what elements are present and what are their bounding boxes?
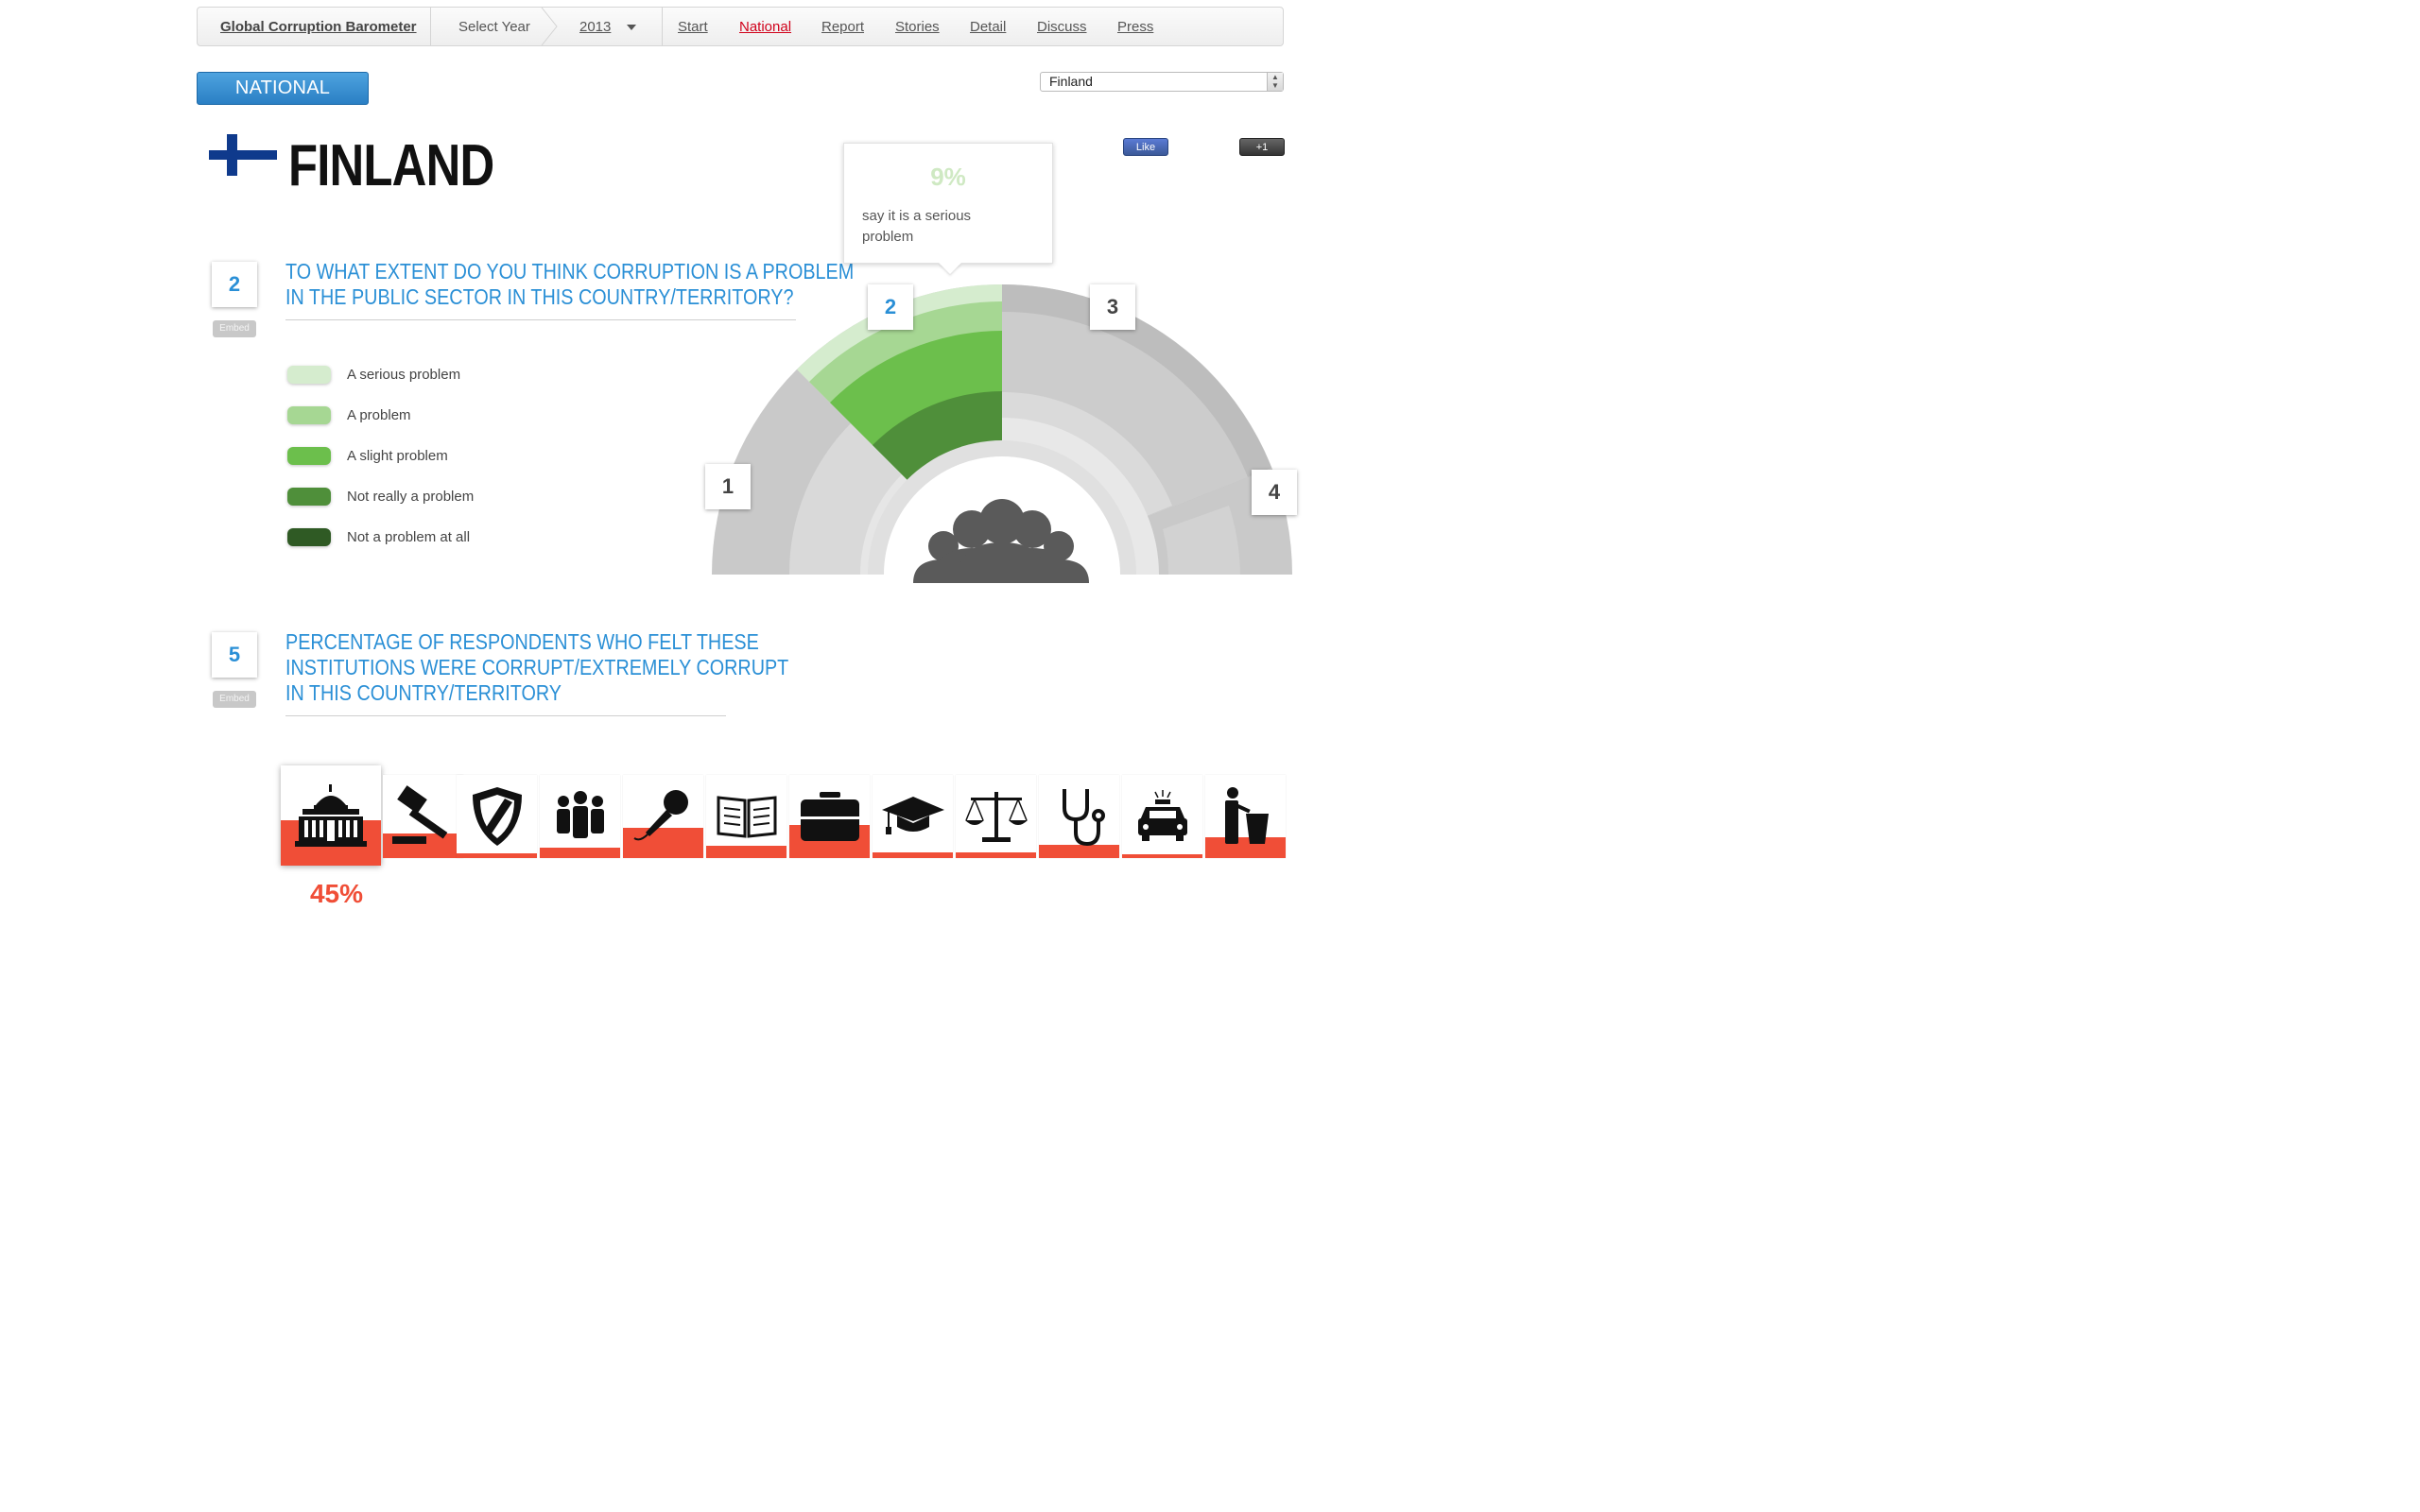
legend-label: Not really a problem <box>347 489 475 505</box>
police-shield-icon <box>472 787 522 846</box>
nav-link-press[interactable]: Press <box>1117 19 1153 35</box>
segment-label-2[interactable]: 2 <box>868 284 913 330</box>
gavel-icon <box>391 785 447 844</box>
facebook-like-button[interactable]: Like <box>1123 138 1168 156</box>
institutions-row <box>281 765 1292 869</box>
embed-button[interactable]: Embed <box>213 691 256 708</box>
national-results-button[interactable]: NATIONAL RESULTS <box>197 72 369 129</box>
institution-ngos[interactable] <box>540 775 620 858</box>
institution-parliament[interactable] <box>281 765 381 866</box>
institution-education-system[interactable] <box>873 775 953 858</box>
legend-swatch <box>287 488 331 506</box>
people-group-icon <box>556 791 604 838</box>
nav-link-start[interactable]: Start <box>678 19 708 35</box>
parliament-icon <box>295 784 367 847</box>
nav-link-national[interactable]: National <box>739 19 791 35</box>
institution-medical[interactable] <box>1039 775 1119 858</box>
stethoscope-icon <box>1062 789 1105 847</box>
nav-link-report[interactable]: Report <box>821 19 864 35</box>
nav-link-stories[interactable]: Stories <box>895 19 940 35</box>
nav-divider <box>662 8 663 45</box>
year-dropdown[interactable]: 2013 <box>579 19 611 35</box>
legend-label: Not a problem at all <box>347 529 471 545</box>
legend-label: A slight problem <box>347 448 448 464</box>
select-arrows-icon[interactable]: ▲ ▼ <box>1267 73 1283 91</box>
legend-swatch <box>287 406 331 424</box>
question-title-line: IN THIS COUNTRY/TERRITORY <box>285 680 562 705</box>
chevron-down-icon[interactable] <box>627 25 636 30</box>
question-number-badge: 5 <box>212 632 257 678</box>
breadcrumb-arrow-divider <box>541 8 558 45</box>
finland-flag-icon <box>209 134 277 176</box>
briefcase-icon <box>800 792 859 841</box>
title-underline <box>285 715 726 716</box>
embed-button[interactable]: Embed <box>213 320 256 337</box>
nav-link-detail[interactable]: Detail <box>970 19 1006 35</box>
institution-legal-system[interactable] <box>956 775 1036 858</box>
institution-police[interactable] <box>457 775 537 858</box>
institution-judiciary[interactable] <box>383 775 463 858</box>
legend-label: A problem <box>347 407 411 423</box>
institution-education[interactable] <box>706 775 786 858</box>
legend-swatch <box>287 528 331 546</box>
country-title: FINLAND <box>288 133 494 198</box>
selected-institution-value: 45% <box>309 879 364 908</box>
tooltip-value: 9% <box>930 163 966 191</box>
institution-media[interactable] <box>623 775 703 858</box>
tooltip-text: say it is a serious problem <box>862 208 972 245</box>
taxi-icon <box>1137 790 1187 841</box>
select-year-label: Select Year <box>458 19 530 35</box>
microphone-icon <box>632 790 688 841</box>
segment-label-1[interactable]: 1 <box>705 464 751 509</box>
scales-icon <box>964 792 1028 842</box>
graduation-cap-icon <box>881 797 944 834</box>
question-number-badge: 2 <box>212 262 257 307</box>
legend-swatch <box>287 447 331 465</box>
top-navigation-bar: Global Corruption Barometer Select Year … <box>197 7 1284 46</box>
tooltip-tail <box>939 263 961 274</box>
brand-link[interactable]: Global Corruption Barometer <box>220 19 417 35</box>
question-title-line: INSTITUTIONS WERE CORRUPT/EXTREMELY CORR… <box>285 655 789 679</box>
semicircle-chart <box>712 284 1292 583</box>
segment-label-4[interactable]: 4 <box>1252 470 1297 515</box>
question-title-line: PERCENTAGE OF RESPONDENTS WHO FELT THESE <box>285 629 759 654</box>
legend-swatch <box>287 366 331 384</box>
google-plusone-button[interactable]: +1 <box>1239 138 1285 156</box>
speaker-podium-icon <box>1224 787 1269 844</box>
segment-label-3[interactable]: 3 <box>1090 284 1135 330</box>
legend-label: A serious problem <box>347 367 461 383</box>
institution-public-officials[interactable] <box>1205 775 1286 858</box>
question-title: PERCENTAGE OF RESPONDENTS WHO FELT THESE… <box>285 629 788 706</box>
nav-divider <box>430 8 431 45</box>
chart-tooltip: 9% say it is a serious problem <box>843 143 1053 274</box>
country-select[interactable]: Finland ▲ ▼ <box>1040 72 1284 92</box>
nav-link-discuss[interactable]: Discuss <box>1037 19 1087 35</box>
institution-public-transport[interactable] <box>1122 775 1202 858</box>
open-book-icon <box>717 796 776 838</box>
country-select-value: Finland <box>1049 74 1093 89</box>
institution-business[interactable] <box>789 775 870 858</box>
